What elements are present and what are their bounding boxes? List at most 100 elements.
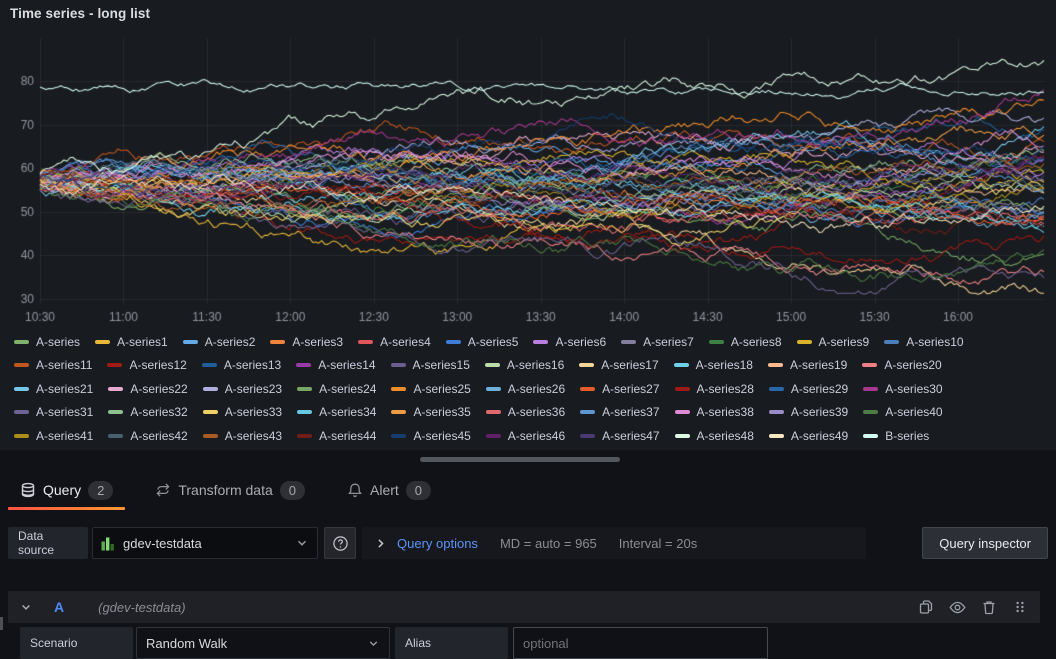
legend-item[interactable]: A-series28 <box>675 377 754 401</box>
legend-label: A-series40 <box>885 405 942 419</box>
query-row-header[interactable]: A (gdev-testdata) <box>8 591 1040 623</box>
alias-input[interactable] <box>513 627 768 659</box>
legend-item[interactable]: A-series11 <box>14 354 92 378</box>
pane-splitter-handle[interactable] <box>420 457 620 462</box>
legend-item[interactable]: A-series22 <box>108 377 187 401</box>
legend-item[interactable]: A-series3 <box>270 330 343 354</box>
legend-item[interactable]: A-series5 <box>446 330 519 354</box>
legend-item[interactable]: A-series34 <box>297 401 376 425</box>
legend-item[interactable]: A-series17 <box>579 354 658 378</box>
legend-item[interactable]: A-series30 <box>863 377 942 401</box>
scrollbar-notch[interactable] <box>0 617 3 630</box>
legend-item[interactable]: A-series38 <box>675 401 754 425</box>
query-inspector-button[interactable]: Query inspector <box>922 527 1048 559</box>
bell-icon <box>347 482 363 498</box>
legend-item[interactable]: A-series32 <box>108 401 187 425</box>
legend-item[interactable]: A-series35 <box>391 401 470 425</box>
legend-item[interactable]: A-series4 <box>358 330 431 354</box>
tab-transform-label: Transform data <box>178 482 272 498</box>
legend-label: A-series37 <box>602 405 659 419</box>
legend-label: B-series <box>885 429 929 443</box>
legend-label: A-series2 <box>205 335 256 349</box>
legend-item[interactable]: A-series27 <box>580 377 659 401</box>
legend-item[interactable]: B-series <box>863 424 929 448</box>
tab-query[interactable]: Query 2 <box>8 472 125 508</box>
copy-icon[interactable] <box>918 599 934 615</box>
legend-swatch <box>391 410 406 414</box>
chevron-down-icon[interactable] <box>20 601 32 613</box>
legend-item[interactable]: A-series7 <box>621 330 694 354</box>
legend-item[interactable]: A-series48 <box>675 424 754 448</box>
legend-swatch <box>14 340 29 344</box>
legend-item[interactable]: A-series9 <box>797 330 870 354</box>
legend-item[interactable]: A-series44 <box>297 424 376 448</box>
legend-label: A-series18 <box>696 358 753 372</box>
tab-transform-data[interactable]: Transform data 0 <box>143 472 317 508</box>
legend-item[interactable]: A-series12 <box>107 354 186 378</box>
legend-item[interactable]: A-series15 <box>391 354 470 378</box>
legend-item[interactable]: A-series <box>14 330 80 354</box>
legend-swatch <box>580 387 595 391</box>
legend-swatch <box>768 363 783 367</box>
legend-item[interactable]: A-series26 <box>486 377 565 401</box>
legend-label: A-series46 <box>508 429 565 443</box>
legend-item[interactable]: A-series14 <box>296 354 375 378</box>
legend-swatch <box>183 340 198 344</box>
datasource-picker[interactable]: gdev-testdata <box>92 527 318 559</box>
legend-item[interactable]: A-series47 <box>580 424 659 448</box>
testdata-bars-icon <box>101 536 115 551</box>
legend-swatch <box>108 410 123 414</box>
legend-item[interactable]: A-series13 <box>202 354 281 378</box>
legend-swatch <box>297 410 312 414</box>
legend-item[interactable]: A-series25 <box>391 377 470 401</box>
legend-item[interactable]: A-series1 <box>95 330 168 354</box>
legend-item[interactable]: A-series2 <box>183 330 256 354</box>
legend-item[interactable]: A-series36 <box>486 401 565 425</box>
legend-item[interactable]: A-series24 <box>297 377 376 401</box>
query-ref-id[interactable]: A <box>54 599 64 615</box>
legend-swatch <box>769 387 784 391</box>
legend-swatch <box>391 363 406 367</box>
legend-item[interactable]: A-series10 <box>884 330 963 354</box>
legend-item[interactable]: A-series49 <box>769 424 848 448</box>
trash-icon[interactable] <box>981 599 997 615</box>
legend-item[interactable]: A-series41 <box>14 424 93 448</box>
legend-label: A-series6 <box>555 335 606 349</box>
legend-item[interactable]: A-series46 <box>486 424 565 448</box>
legend-item[interactable]: A-series33 <box>203 401 282 425</box>
legend-label: A-series7 <box>643 335 694 349</box>
legend-item[interactable]: A-series23 <box>203 377 282 401</box>
query-editor-body: Scenario Random Walk Alias <box>8 627 1040 646</box>
query-options-label: Query options <box>397 536 478 551</box>
legend-item[interactable]: A-series39 <box>769 401 848 425</box>
legend-item[interactable]: A-series40 <box>863 401 942 425</box>
legend-label: A-series26 <box>508 382 565 396</box>
legend-item[interactable]: A-series6 <box>533 330 606 354</box>
legend-label: A-series27 <box>602 382 659 396</box>
legend-item[interactable]: A-series37 <box>580 401 659 425</box>
legend-item[interactable]: A-series45 <box>391 424 470 448</box>
legend-item[interactable]: A-series21 <box>14 377 93 401</box>
legend-item[interactable]: A-series42 <box>108 424 187 448</box>
legend-label: A-series22 <box>130 382 187 396</box>
timeseries-canvas[interactable] <box>0 26 1056 328</box>
legend-item[interactable]: A-series8 <box>709 330 782 354</box>
legend-item[interactable]: A-series19 <box>768 354 847 378</box>
legend-label: A-series14 <box>318 358 375 372</box>
legend-item[interactable]: A-series29 <box>769 377 848 401</box>
legend-label: A-series39 <box>791 405 848 419</box>
drag-dots-icon[interactable] <box>1012 599 1028 615</box>
legend-swatch <box>14 410 29 414</box>
legend-swatch <box>674 363 689 367</box>
legend-item[interactable]: A-series43 <box>203 424 282 448</box>
query-options-toggle[interactable]: Query options MD = auto = 965 Interval =… <box>362 527 866 559</box>
scenario-select[interactable]: Random Walk <box>136 627 390 659</box>
legend-swatch <box>297 387 312 391</box>
legend-item[interactable]: A-series31 <box>14 401 93 425</box>
legend-item[interactable]: A-series16 <box>485 354 564 378</box>
legend-item[interactable]: A-series18 <box>674 354 753 378</box>
tab-alert[interactable]: Alert 0 <box>335 472 443 508</box>
legend-item[interactable]: A-series20 <box>862 354 941 378</box>
eye-icon[interactable] <box>949 599 966 616</box>
datasource-help-button[interactable] <box>324 527 356 559</box>
